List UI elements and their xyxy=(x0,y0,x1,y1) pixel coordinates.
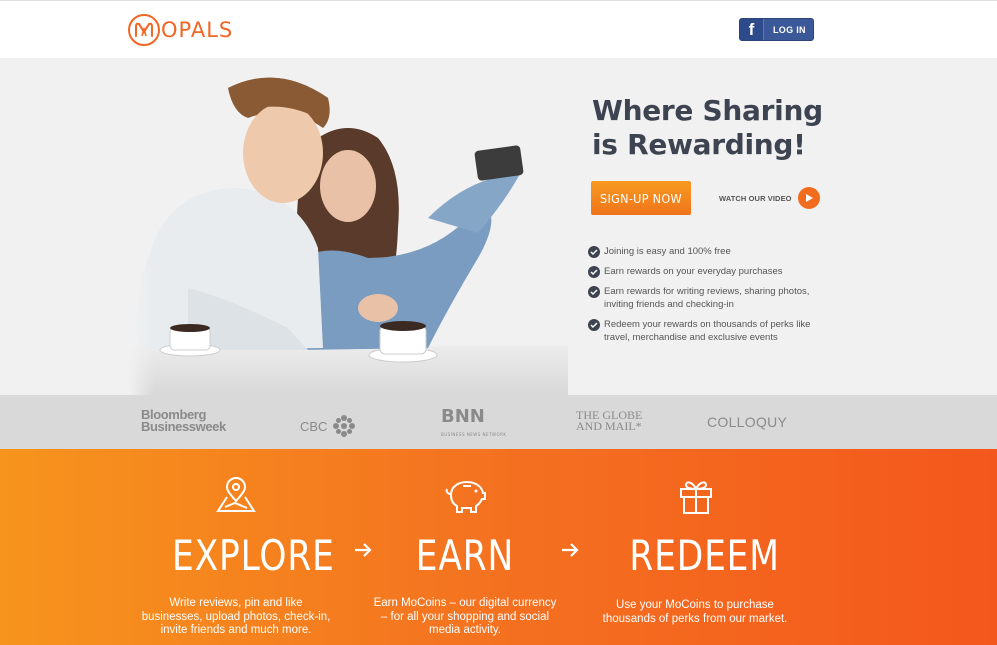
logo-m-icon xyxy=(128,14,160,46)
facebook-login-button[interactable]: f LOG IN xyxy=(739,18,814,41)
bloomberg-line2: Businessweek xyxy=(141,419,226,434)
cbc-label: CBC xyxy=(300,418,328,434)
arrow-right-icon xyxy=(561,541,579,562)
benefit-text: Earn rewards on your everyday purchases xyxy=(604,266,783,277)
signup-button[interactable]: SIGN-UP NOW xyxy=(591,181,691,215)
hero-couple-selfie-image xyxy=(128,58,568,395)
benefit-text: Redeem your rewards on thousands of perk… xyxy=(604,319,811,343)
how-it-works-section: EXPLORE Write reviews, pin and like busi… xyxy=(0,449,997,645)
step-title-explore: EXPLORE xyxy=(172,531,335,580)
benefit-item: Joining is easy and 100% free xyxy=(588,245,818,258)
bnn-label: BNN xyxy=(441,406,485,427)
step-title-redeem: REDEEM xyxy=(629,531,780,580)
globe-and-mail-logo: THE GLOBE AND MAIL* xyxy=(576,409,642,433)
site-header: OPALS f LOG IN xyxy=(0,0,997,58)
check-icon xyxy=(588,266,600,278)
logo-text: OPALS xyxy=(161,18,234,42)
cbc-gem-icon xyxy=(333,415,356,437)
gift-icon xyxy=(680,481,712,514)
benefit-item: Earn rewards on your everyday purchases xyxy=(588,265,818,278)
colloquy-logo: COLLOQUY xyxy=(707,414,788,430)
press-logos-bar: Bloomberg Businessweek CBC BNN BUSINESS … xyxy=(0,395,997,449)
cbc-logo: CBC xyxy=(300,414,356,438)
benefit-text: Earn rewards for writing reviews, sharin… xyxy=(604,286,810,310)
bloomberg-businessweek-logo: Bloomberg Businessweek xyxy=(141,408,226,434)
check-icon xyxy=(588,246,600,258)
map-pin-icon xyxy=(216,477,256,512)
step-text-explore: Write reviews, pin and like businesses, … xyxy=(141,597,331,636)
login-label: LOG IN xyxy=(773,24,806,35)
check-icon xyxy=(588,286,600,298)
benefit-item: Redeem your rewards on thousands of perk… xyxy=(588,318,818,344)
benefits-list: Joining is easy and 100% free Earn rewar… xyxy=(588,245,818,351)
bnn-sub-label: BUSINESS NEWS NETWORK xyxy=(441,432,507,437)
hero-title: Where Sharing is Rewarding! xyxy=(592,94,823,161)
benefit-text: Joining is easy and 100% free xyxy=(604,246,731,257)
watch-video-link[interactable]: WATCH OUR VIDEO xyxy=(719,187,820,209)
watch-video-label: WATCH OUR VIDEO xyxy=(719,193,792,203)
globe-line2: AND MAIL* xyxy=(576,419,642,433)
check-icon xyxy=(588,319,600,331)
facebook-icon: f xyxy=(740,19,764,40)
hero-section: Where Sharing is Rewarding! SIGN-UP NOW … xyxy=(0,58,997,395)
bnn-logo: BNN BUSINESS NEWS NETWORK xyxy=(441,408,507,444)
mopals-logo[interactable]: OPALS xyxy=(128,13,233,47)
benefit-item: Earn rewards for writing reviews, sharin… xyxy=(588,285,818,311)
step-title-earn: EARN xyxy=(415,531,515,580)
piggy-bank-icon xyxy=(445,480,486,513)
arrow-right-icon xyxy=(354,541,372,562)
play-icon xyxy=(797,187,820,209)
step-text-earn: Earn MoCoins – our digital currency – fo… xyxy=(373,597,557,636)
step-text-redeem: Use your MoCoins to purchase thousands o… xyxy=(602,599,788,625)
